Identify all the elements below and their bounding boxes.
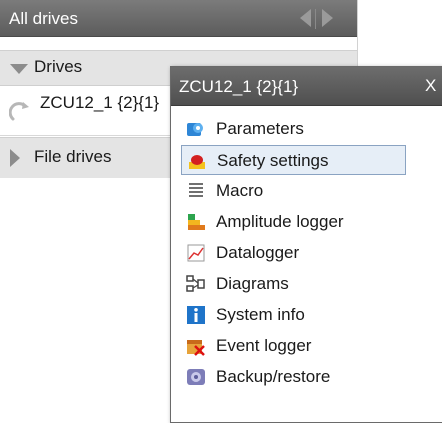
- expand-right-icon: [10, 149, 20, 167]
- close-icon[interactable]: X: [425, 76, 436, 96]
- popup-header: ZCU12_1 {2}{1} X: [171, 67, 442, 106]
- menu-item-macro[interactable]: Macro: [181, 176, 406, 206]
- drive-item-label: ZCU12_1 {2}{1}: [40, 93, 160, 112]
- menu-item-backup-restore[interactable]: Backup/restore: [181, 362, 406, 392]
- nav-arrows: [294, 9, 350, 29]
- menu-item-label: Parameters: [216, 119, 304, 138]
- drive-menu: Parameters Safety settings Macro Amplitu…: [171, 106, 442, 422]
- diagram-icon: [186, 275, 205, 292]
- popup-title: ZCU12_1 {2}{1}: [179, 77, 299, 96]
- menu-item-label: Event logger: [216, 336, 312, 355]
- menu-item-system-info[interactable]: System info: [181, 300, 406, 330]
- menu-item-label: Backup/restore: [216, 367, 331, 386]
- menu-item-diagrams[interactable]: Diagrams: [181, 269, 406, 299]
- nav-forward-arrow-icon[interactable]: [322, 9, 333, 27]
- event-logger-icon: [187, 340, 205, 356]
- amplitude-logger-icon: [188, 214, 205, 230]
- group-drives-label: Drives: [34, 57, 83, 76]
- datalogger-icon: [187, 244, 205, 262]
- refresh-icon: [9, 102, 29, 121]
- menu-item-label: System info: [216, 305, 305, 324]
- menu-item-datalogger[interactable]: Datalogger: [181, 238, 406, 268]
- menu-item-label: Macro: [216, 181, 264, 200]
- menu-item-amplitude-logger[interactable]: Amplitude logger: [181, 207, 406, 237]
- info-icon: [187, 306, 205, 324]
- nav-back-arrow-icon[interactable]: [300, 9, 311, 27]
- menu-item-label: Diagrams: [216, 274, 289, 293]
- menu-item-event-logger[interactable]: Event logger: [181, 331, 406, 361]
- safety-button-icon: [189, 155, 205, 169]
- menu-item-label: Amplitude logger: [216, 212, 344, 231]
- nav-arrow-divider: [315, 9, 316, 29]
- drive-context-popup: ZCU12_1 {2}{1} X Parameters Safety setti…: [170, 66, 442, 423]
- macro-icon: [189, 183, 203, 197]
- menu-item-label: Datalogger: [216, 243, 300, 262]
- menu-item-safety-settings[interactable]: Safety settings: [181, 145, 406, 175]
- nav-title: All drives: [9, 9, 78, 28]
- expand-down-icon: [10, 64, 28, 74]
- menu-item-parameters[interactable]: Parameters: [181, 114, 406, 144]
- group-file-drives-label: File drives: [34, 147, 112, 166]
- menu-item-label: Safety settings: [217, 151, 329, 170]
- nav-header: All drives: [0, 0, 357, 37]
- backup-icon: [187, 369, 205, 385]
- gear-icon: [187, 123, 203, 136]
